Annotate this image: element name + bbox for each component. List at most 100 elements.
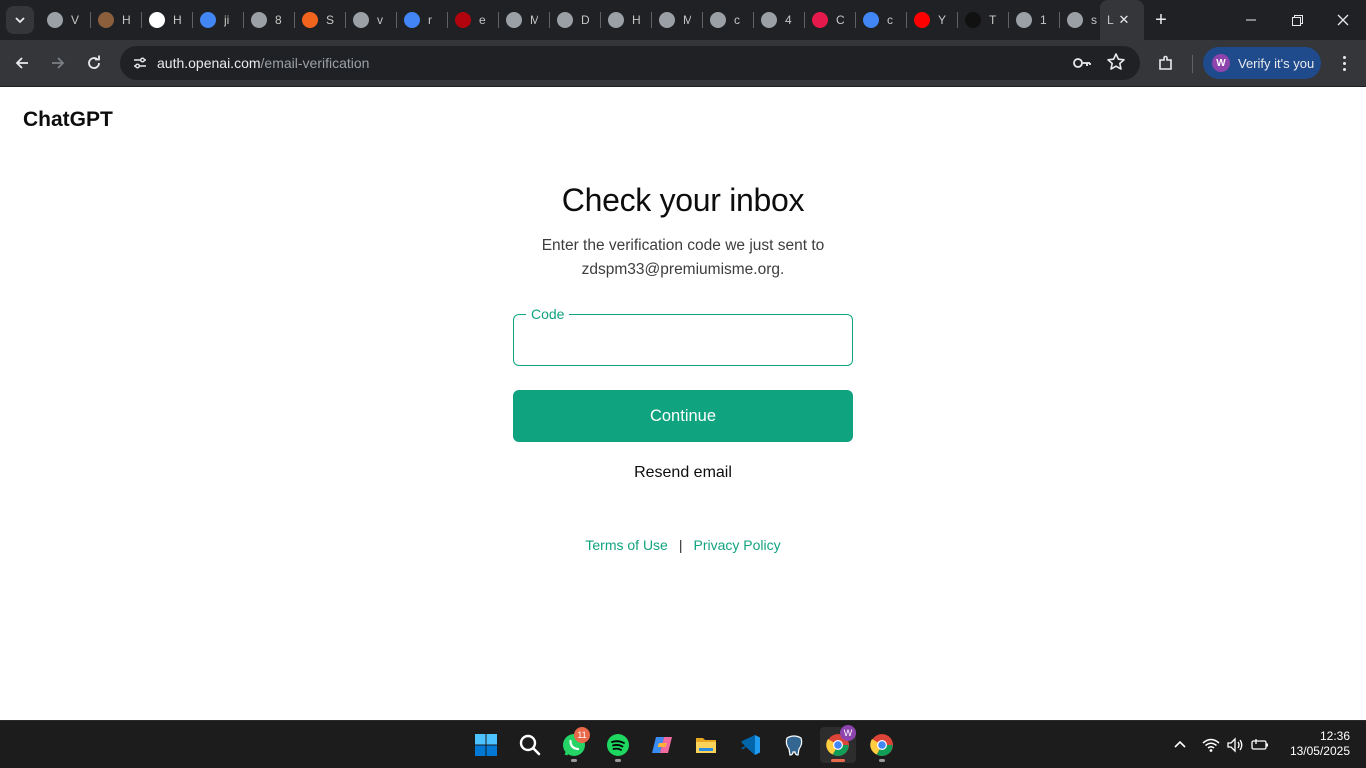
tab[interactable]: H [601, 0, 652, 40]
globe-icon [608, 12, 624, 28]
tab[interactable]: S [295, 0, 346, 40]
address-bar[interactable]: auth.openai.com/email-verification [120, 46, 1140, 80]
app-icon [98, 12, 114, 28]
url-text[interactable]: auth.openai.com/email-verification [157, 55, 369, 71]
forward-button[interactable] [44, 48, 72, 78]
page-content: ChatGPT Check your inbox Enter the verif… [0, 88, 1366, 720]
tab-search-button[interactable] [6, 6, 34, 34]
close-window-button[interactable] [1320, 0, 1366, 40]
resend-email-button[interactable]: Resend email [0, 464, 1366, 482]
taskbar-chrome[interactable] [864, 727, 900, 763]
tab[interactable]: ji [193, 0, 244, 40]
volume-icon[interactable] [1225, 735, 1245, 755]
globe-icon [353, 12, 369, 28]
bookmark-star-icon[interactable] [1106, 52, 1126, 77]
taskbar-vscode[interactable] [732, 727, 768, 763]
code-input[interactable] [515, 316, 851, 364]
tab[interactable]: T [958, 0, 1009, 40]
extensions-button[interactable] [1152, 48, 1180, 78]
globe-icon [557, 12, 573, 28]
windows-taskbar: 11 W 12:36 13/05/2025 [0, 720, 1366, 768]
more-menu-icon[interactable] [1333, 48, 1355, 78]
taskbar-search-button[interactable] [512, 727, 548, 763]
google-icon [200, 12, 216, 28]
tab[interactable]: 1 [1009, 0, 1060, 40]
battery-icon[interactable] [1250, 735, 1270, 755]
stanford-icon [455, 12, 471, 28]
tab[interactable]: H [91, 0, 142, 40]
tab-title: D [581, 13, 589, 27]
system-clock[interactable]: 12:36 13/05/2025 [1280, 729, 1350, 759]
arrow-left-icon [15, 57, 28, 69]
site-info-icon[interactable] [128, 51, 152, 75]
restore-icon [1291, 14, 1303, 26]
tab-title: v [377, 13, 383, 27]
start-button[interactable] [468, 727, 504, 763]
clock-date: 13/05/2025 [1289, 744, 1350, 758]
tab[interactable]: e [448, 0, 499, 40]
taskbar-spotify[interactable] [600, 727, 636, 763]
restore-button[interactable] [1274, 0, 1320, 40]
tab-title: ji [224, 13, 230, 27]
globe-icon [710, 12, 726, 28]
google-icon [863, 12, 879, 28]
tab[interactable]: C [805, 0, 856, 40]
tab-title: 4 [785, 13, 792, 27]
tab-title: H [122, 13, 130, 27]
tab[interactable]: r [397, 0, 448, 40]
continue-button[interactable]: Continue [513, 390, 853, 442]
tab-title: C [836, 13, 844, 27]
profile-verify-button[interactable]: W Verify it's you [1203, 47, 1321, 79]
taskbar-chrome-profile[interactable]: W [820, 725, 856, 763]
copilot-icon [652, 737, 672, 753]
wifi-icon[interactable] [1201, 735, 1221, 755]
reload-icon [88, 55, 100, 69]
running-indicator [831, 759, 845, 762]
tab[interactable]: M [499, 0, 550, 40]
page-title: Check your inbox [561, 182, 805, 218]
running-indicator [571, 759, 577, 762]
tab[interactable]: H [142, 0, 193, 40]
tab-title: M [683, 13, 691, 27]
password-key-icon[interactable] [1072, 53, 1092, 78]
profile-label: Verify it's you [1238, 55, 1315, 71]
tab-title: H [173, 13, 181, 27]
brand-logo[interactable]: ChatGPT [23, 108, 113, 132]
search-icon [519, 734, 541, 756]
tab[interactable]: c [856, 0, 907, 40]
google-icon [404, 12, 420, 28]
avatar: W [1212, 54, 1230, 72]
tab-title: M [530, 13, 538, 27]
tab[interactable]: 8 [244, 0, 295, 40]
reload-button[interactable] [80, 48, 108, 78]
globe-icon [761, 12, 777, 28]
tab-title: c [887, 13, 893, 27]
tab[interactable]: M [652, 0, 703, 40]
clock-time: 12:36 [1319, 729, 1350, 743]
terms-link[interactable]: Terms of Use [585, 537, 667, 553]
privacy-link[interactable]: Privacy Policy [693, 537, 780, 553]
tray-chevron-up-icon[interactable] [1170, 735, 1190, 755]
tab[interactable]: 4 [754, 0, 805, 40]
browser-toolbar: auth.openai.com/email-verification W Ver… [0, 40, 1366, 87]
back-button[interactable] [8, 48, 36, 78]
tab-title: Y [938, 13, 946, 27]
tab[interactable]: c [703, 0, 754, 40]
minimize-button[interactable] [1228, 0, 1274, 40]
tab[interactable]: Y [907, 0, 958, 40]
tab-title: 1 [1040, 13, 1047, 27]
code-field[interactable]: Code [513, 306, 853, 366]
taskbar-copilot[interactable] [644, 727, 680, 763]
taskbar-whatsapp[interactable]: 11 [556, 727, 592, 763]
new-tab-button[interactable]: + [1150, 9, 1172, 31]
tab[interactable]: D [550, 0, 601, 40]
chrome-icon [506, 12, 522, 28]
openai-icon [149, 12, 165, 28]
tab-title: L [1107, 13, 1114, 27]
close-icon[interactable]: ✕ [1116, 12, 1132, 28]
taskbar-postgresql[interactable] [776, 727, 812, 763]
taskbar-file-explorer[interactable] [688, 727, 724, 763]
chevron-down-icon [15, 17, 25, 24]
tab[interactable]: v [346, 0, 397, 40]
tab[interactable]: V [40, 0, 91, 40]
